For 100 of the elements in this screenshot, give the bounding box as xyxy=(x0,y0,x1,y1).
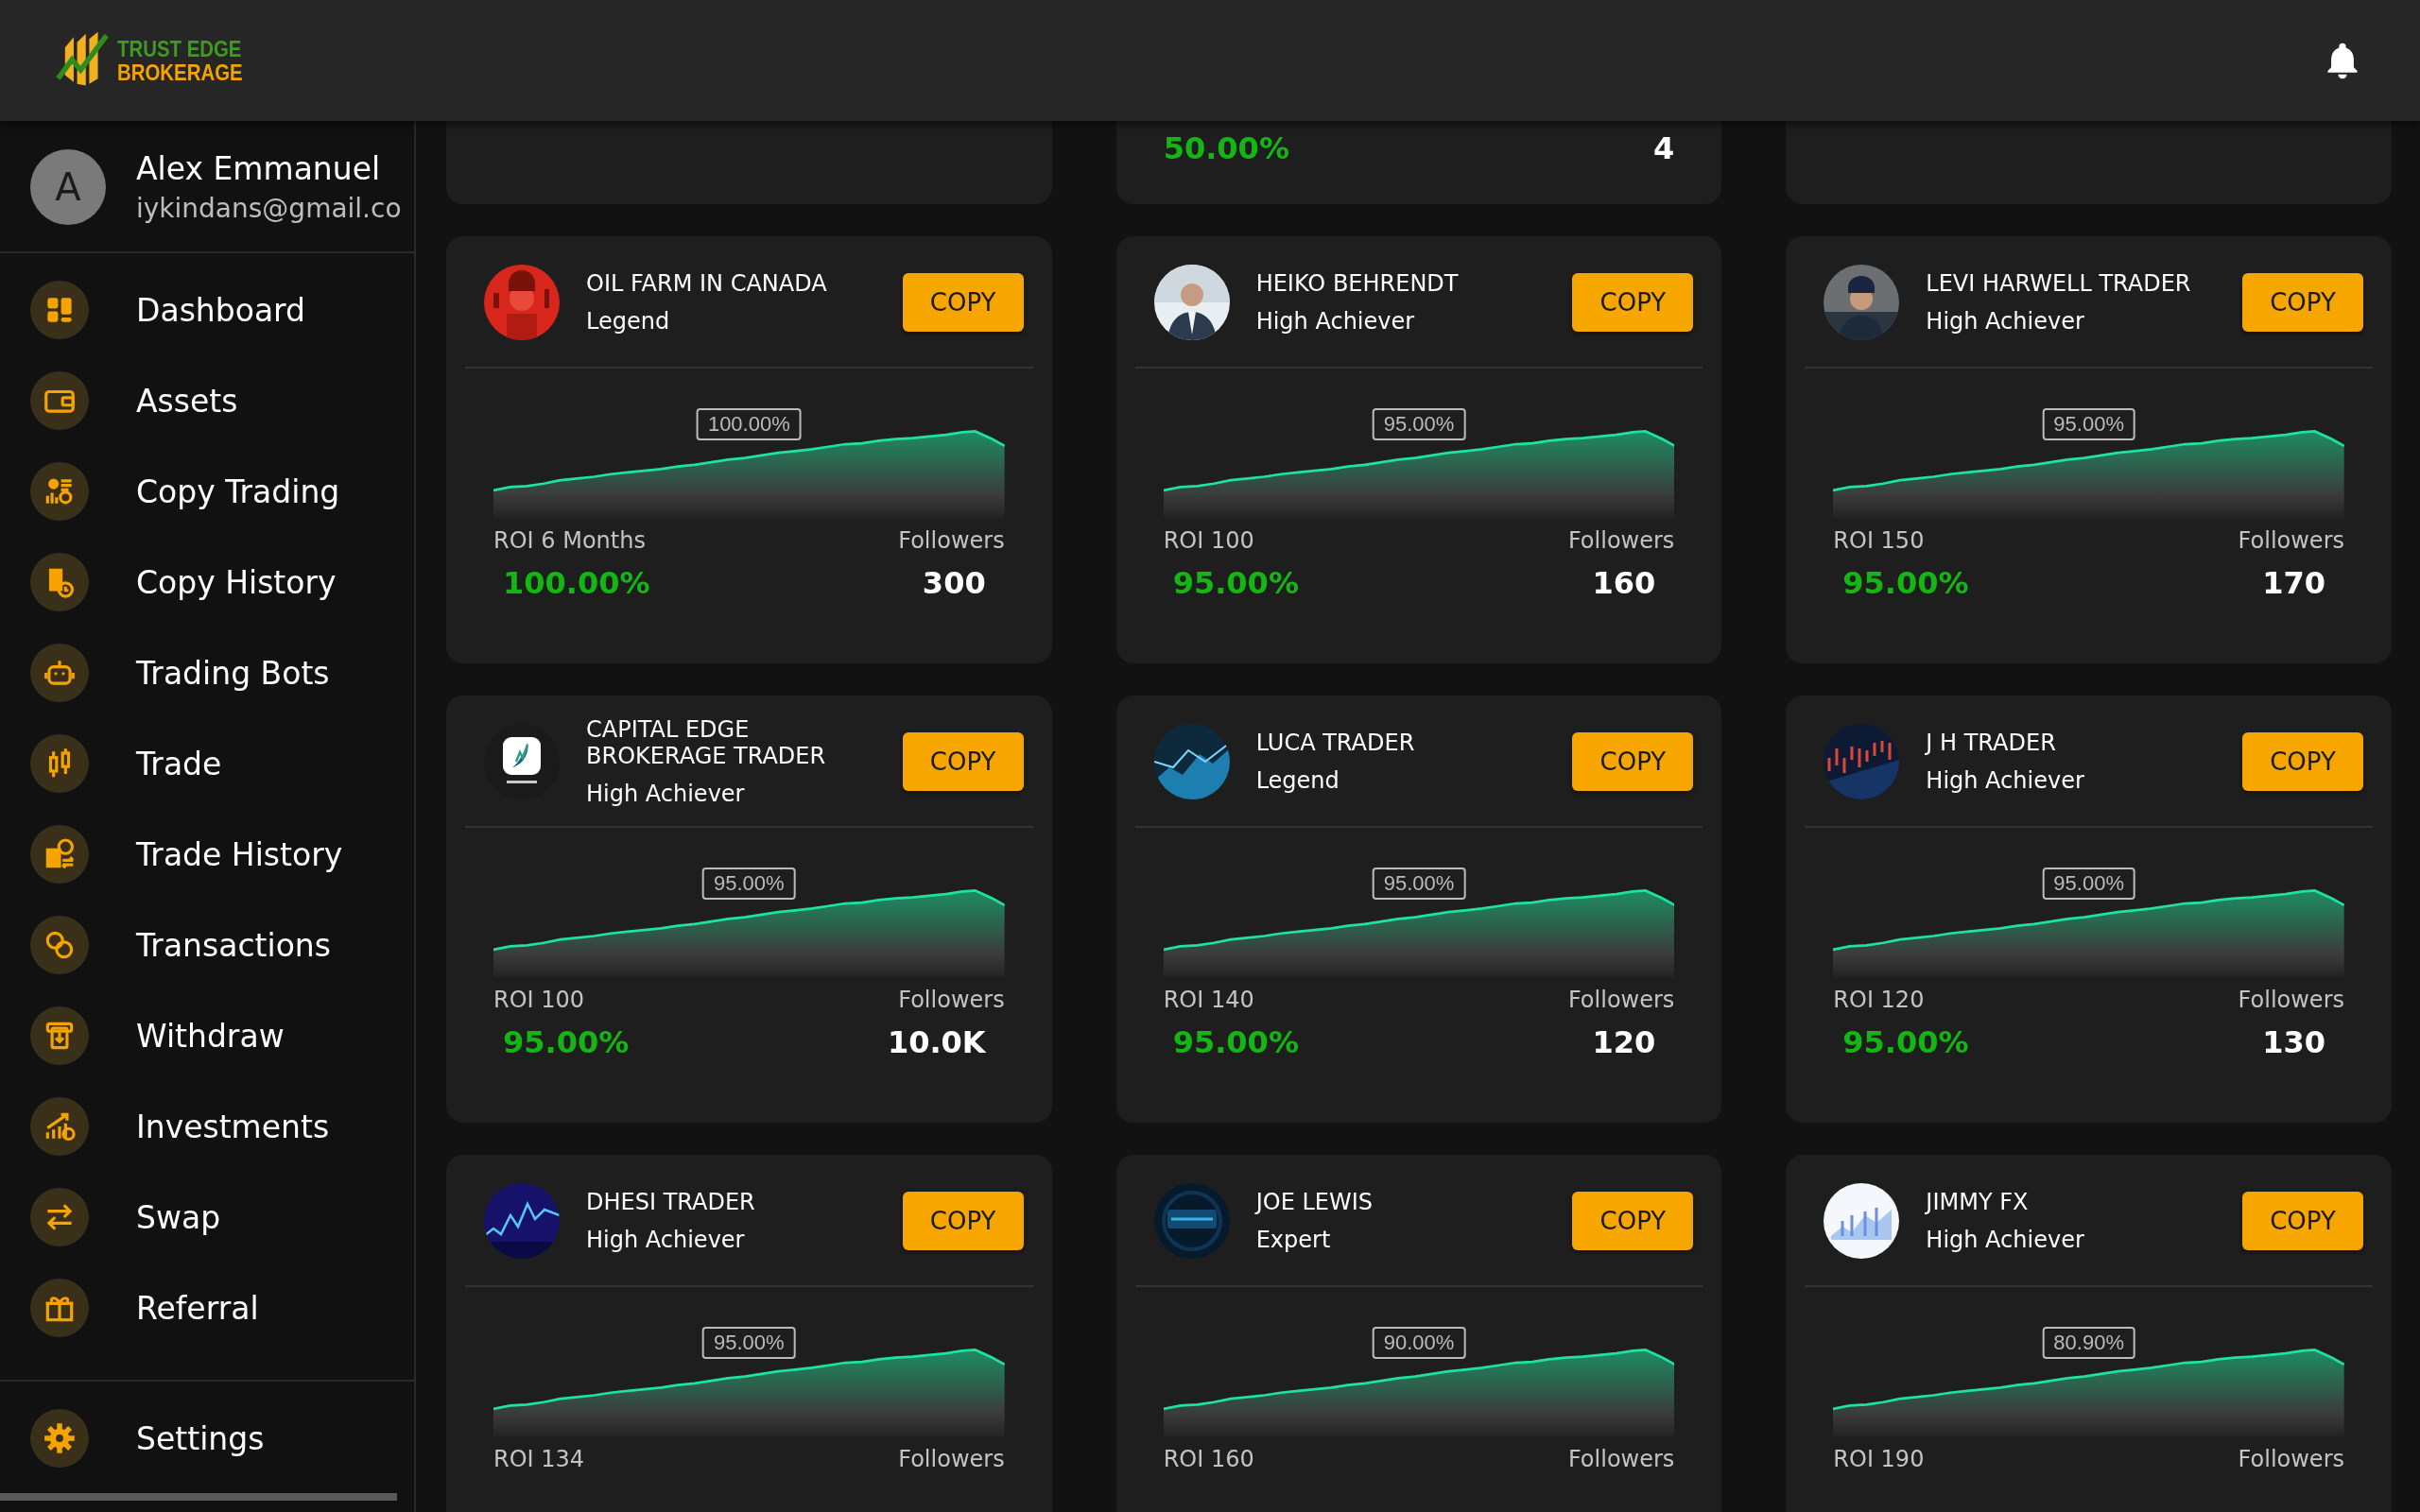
nav-label: Copy Trading xyxy=(136,472,340,510)
trader-name: CAPITAL EDGE BROKERAGE TRADER xyxy=(586,716,827,769)
trader-name: HEIKO BEHRENDT xyxy=(1255,270,1460,297)
trader-name: LUCA TRADER xyxy=(1255,730,1416,756)
chart-value-label: 95.00% xyxy=(2042,408,2135,440)
chart-value-label: 90.00% xyxy=(1372,1327,1466,1359)
roi-value: 95.00% xyxy=(1172,1024,1299,1060)
followers-label: Followers xyxy=(1567,987,1675,1013)
trader-name: DHESI TRADER xyxy=(586,1189,756,1215)
nav-item[interactable]: Referral xyxy=(0,1263,414,1353)
logo[interactable]: TRUST EDGE BROKERAGE xyxy=(53,25,265,96)
nav-item[interactable]: Dashboard xyxy=(0,265,414,355)
trader-name: JIMMY FX xyxy=(1926,1189,2030,1215)
copy-button[interactable]: COPY xyxy=(1572,732,1694,791)
trader-rank-label: High Achiever xyxy=(1926,767,2084,794)
nav-item[interactable]: Swap xyxy=(0,1172,414,1263)
followers-value: 120 xyxy=(1592,1024,1656,1060)
nav-label: Trade xyxy=(136,745,222,782)
trader-rank-label: High Achiever xyxy=(1926,1227,2084,1253)
chart-value-label: 95.00% xyxy=(1372,868,1466,900)
followers-label: Followers xyxy=(898,987,1005,1013)
followers-label: Followers xyxy=(898,527,1005,554)
roi-label: ROI 150 xyxy=(1833,527,1925,554)
scrollbar[interactable] xyxy=(0,1493,397,1501)
followers-label: Followers xyxy=(2238,987,2344,1013)
roi-label: ROI 190 xyxy=(1833,1446,1925,1472)
roi-label: ROI 100 xyxy=(1163,527,1254,554)
followers-value: 300 xyxy=(922,565,986,601)
followers-label: Followers xyxy=(1567,527,1675,554)
roi-label: ROI 140 xyxy=(1163,987,1254,1013)
followers-value: 10.0K xyxy=(887,1024,986,1060)
roi-value: 95.00% xyxy=(1172,565,1299,601)
trader-rank-label: High Achiever xyxy=(1255,308,1415,335)
chart-value-label: 95.00% xyxy=(702,868,796,900)
copy-button[interactable]: COPY xyxy=(902,1192,1024,1250)
trader-rank-label: Legend xyxy=(586,308,670,335)
logo-text: BROKERAGE xyxy=(117,60,243,84)
followers-label: Followers xyxy=(898,1446,1005,1472)
nav-item[interactable]: Investments xyxy=(0,1081,414,1172)
nav-item[interactable]: Trade History xyxy=(0,809,414,900)
roi-value: 100.00% xyxy=(503,565,650,601)
roi-label: ROI 160 xyxy=(1163,1446,1254,1472)
followers-label: Followers xyxy=(2238,1446,2344,1472)
trader-rank-label: Legend xyxy=(1255,767,1340,794)
trader-name: J H TRADER xyxy=(1926,730,2057,756)
roi-label: ROI 134 xyxy=(493,1446,585,1472)
nav-item[interactable]: Transactions xyxy=(0,900,414,990)
copy-button[interactable]: COPY xyxy=(2242,1192,2363,1250)
copy-button[interactable]: COPY xyxy=(1572,1192,1694,1250)
nav-label: Swap xyxy=(136,1198,221,1236)
nav-item[interactable]: Trading Bots xyxy=(0,627,414,718)
nav-item[interactable]: Copy Trading xyxy=(0,446,414,537)
roi-value: 95.00% xyxy=(503,1024,630,1060)
followers-label: Followers xyxy=(1567,1446,1675,1472)
nav-item[interactable]: Trade xyxy=(0,718,414,809)
nav-label: Trading Bots xyxy=(136,654,330,692)
copy-button[interactable]: COPY xyxy=(1572,273,1694,332)
nav-label: Dashboard xyxy=(136,291,306,329)
trader-rank-label: Expert xyxy=(1255,1227,1331,1253)
roi-label: ROI 120 xyxy=(1833,987,1925,1013)
copy-button[interactable]: COPY xyxy=(902,273,1024,332)
chart-value-label: 95.00% xyxy=(2042,868,2135,900)
nav-item[interactable]: Copy History xyxy=(0,537,414,627)
nav-item[interactable]: Settings xyxy=(0,1393,414,1484)
trader-name: LEVI HARWELL TRADER xyxy=(1926,270,2192,297)
nav-item[interactable]: Withdraw xyxy=(0,990,414,1081)
roi-value: 95.00% xyxy=(1842,565,1969,601)
trader-rank-label: High Achiever xyxy=(1926,308,2084,335)
followers-value: 170 xyxy=(2262,565,2325,601)
chart-value-label: 95.00% xyxy=(702,1327,796,1359)
followers-label: Followers xyxy=(2238,527,2344,554)
trader-rank-label: High Achiever xyxy=(586,1227,745,1253)
roi-value: 50.00% xyxy=(1163,130,1289,166)
trader-name: JOE LEWIS xyxy=(1255,1189,1374,1215)
nav-label: Investments xyxy=(136,1108,330,1145)
nav-label: Referral xyxy=(136,1289,259,1327)
logo-text: TRUST EDGE xyxy=(117,37,243,60)
user-name: Alex Emmanuel xyxy=(136,150,382,187)
followers-value: 160 xyxy=(1592,565,1656,601)
nav-label: Transactions xyxy=(136,926,331,964)
nav-label: Settings xyxy=(136,1419,265,1457)
user-avatar[interactable]: A xyxy=(30,149,106,225)
copy-button[interactable]: COPY xyxy=(2242,732,2363,791)
nav-label: Withdraw xyxy=(136,1017,285,1055)
roi-value: 95.00% xyxy=(1842,1024,1969,1060)
user-email: iykindans@gmail.co xyxy=(136,193,402,224)
chart-value-label: 80.90% xyxy=(2042,1327,2135,1359)
nav-label: Trade History xyxy=(136,835,343,873)
trader-rank-label: High Achiever xyxy=(586,781,745,807)
copy-button[interactable]: COPY xyxy=(2242,273,2363,332)
roi-label: ROI 6 Months xyxy=(493,527,646,554)
followers-value: 4 xyxy=(1653,130,1675,166)
nav-label: Assets xyxy=(136,382,238,420)
chart-value-label: 95.00% xyxy=(1372,408,1466,440)
chart-value-label: 100.00% xyxy=(696,408,802,440)
nav-item[interactable]: Assets xyxy=(0,355,414,446)
roi-label: ROI 100 xyxy=(493,987,585,1013)
nav-label: Copy History xyxy=(136,563,337,601)
copy-button[interactable]: COPY xyxy=(902,732,1024,791)
trader-name: OIL FARM IN CANADA xyxy=(586,270,828,297)
